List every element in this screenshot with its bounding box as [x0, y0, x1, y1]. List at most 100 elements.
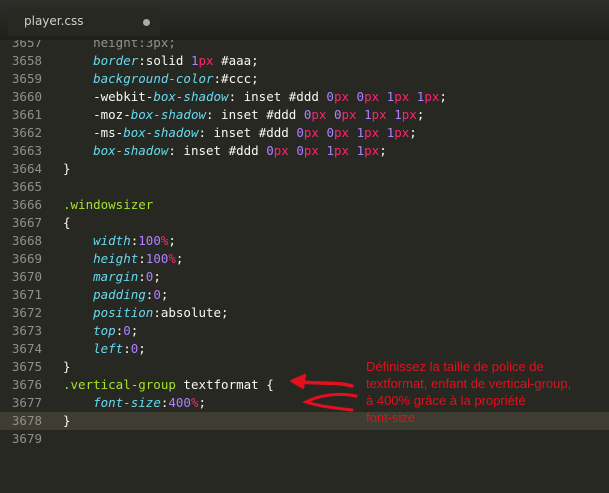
code-token: px [341, 107, 357, 122]
code-line[interactable]: 3669 height:100%; [0, 250, 609, 268]
unsaved-dot-icon[interactable] [143, 19, 150, 26]
annotation-line-1: Définissez la taille de police de [366, 359, 544, 374]
code-line[interactable]: 3673 top:0; [0, 322, 609, 340]
code-token: font-size [93, 395, 161, 410]
line-text: -ms-box-shadow: inset #ddd 0px 0px 1px 1… [63, 124, 417, 142]
code-token: 400 [168, 395, 191, 410]
line-number: 3679 [11, 431, 42, 446]
code-token: px [394, 89, 410, 104]
code-token: px [303, 125, 319, 140]
code-token: px [364, 143, 380, 158]
code-token: .windowsizer [63, 197, 154, 212]
line-number: 3659 [11, 71, 42, 86]
code-token: px [334, 143, 350, 158]
code-token: px [364, 89, 380, 104]
code-line[interactable]: 3657 height:3px; [0, 40, 609, 52]
code-token: -webkit- [63, 89, 154, 104]
code-line[interactable]: 3672 position:absolute; [0, 304, 609, 322]
code-token: left [93, 341, 124, 356]
code-token: :absolute; [153, 305, 229, 320]
line-number: 3658 [11, 53, 42, 68]
tab-title: player.css [24, 14, 84, 28]
code-token: 1 [356, 143, 365, 158]
code-line[interactable]: 3663 box-shadow: inset #ddd 0px 0px 1px … [0, 142, 609, 160]
tab-player-css[interactable]: player.css [8, 8, 160, 36]
code-token: ; [409, 125, 417, 140]
code-token: padding [93, 287, 146, 302]
code-line[interactable]: 3679 [0, 430, 609, 448]
code-line[interactable]: 3667 { [0, 214, 609, 232]
line-number: 3661 [11, 107, 42, 122]
annotation-text: Définissez la taille de police de textfo… [366, 358, 604, 426]
code-token: 1 [326, 143, 334, 158]
line-text: -moz-box-shadow: inset #ddd 0px 0px 1px … [63, 106, 424, 124]
code-token: height:3px; [63, 40, 176, 50]
line-number: 3673 [11, 323, 42, 338]
code-token: box-shadow [123, 125, 199, 140]
line-number: 3667 [11, 215, 42, 230]
code-token: 0 [326, 125, 334, 140]
line-number: 3678 [11, 413, 42, 428]
line-text: .windowsizer [63, 196, 153, 214]
code-token: -ms- [63, 125, 124, 140]
code-token: : [138, 251, 146, 266]
code-token: 0 [153, 287, 161, 302]
line-number: 3671 [11, 287, 42, 302]
code-token: margin [93, 269, 139, 284]
code-line[interactable]: 3666 .windowsizer [0, 196, 609, 214]
code-token: } [63, 359, 71, 374]
code-token: : [138, 269, 146, 284]
code-line[interactable]: 3671 padding:0; [0, 286, 609, 304]
line-number: 3675 [11, 359, 42, 374]
code-token: } [63, 161, 71, 176]
line-number: 3663 [11, 143, 42, 158]
code-token: 0 [326, 89, 334, 104]
code-token: 1 [356, 125, 365, 140]
code-token: : [123, 341, 131, 356]
code-line[interactable]: 3659 background-color:#ccc; [0, 70, 609, 88]
code-line[interactable]: 3670 margin:0; [0, 268, 609, 286]
code-token: 0 [333, 107, 342, 122]
line-number: 3666 [11, 197, 42, 212]
code-line[interactable]: 3664} [0, 160, 609, 178]
annotation-line-2: textformat, enfant de vertical-group, [366, 376, 572, 391]
code-line[interactable]: 3660 -webkit-box-shadow: inset #ddd 0px … [0, 88, 609, 106]
line-text: background-color:#ccc; [63, 70, 259, 88]
code-token: px [273, 143, 289, 158]
annotation-line-4: font-size [366, 410, 416, 425]
code-line[interactable]: 3661 -moz-box-shadow: inset #ddd 0px 0px… [0, 106, 609, 124]
line-text: height:3px; [63, 40, 176, 52]
code-line[interactable]: 3668 width:100%; [0, 232, 609, 250]
code-token: ; [198, 395, 207, 410]
line-number: 3677 [11, 395, 42, 410]
code-line[interactable]: 3662 -ms-box-shadow: inset #ddd 0px 0px … [0, 124, 609, 142]
code-token: width [93, 233, 131, 248]
code-token: : inset #ddd [168, 143, 267, 158]
line-text: .vertical-group textformat { [63, 376, 274, 394]
code-line[interactable]: 3658 border:solid 1px #aaa; [0, 52, 609, 70]
code-line[interactable]: 3665 [0, 178, 609, 196]
code-token: background-color [93, 71, 214, 86]
line-number: 3660 [11, 89, 42, 104]
code-line[interactable]: 3674 left:0; [0, 340, 609, 358]
line-number: 3668 [11, 233, 42, 248]
code-token: 1 [394, 107, 402, 122]
code-token: ; [168, 233, 176, 248]
code-token: textformat [175, 377, 267, 392]
code-token: px [198, 53, 214, 68]
code-token: ; [379, 143, 387, 158]
